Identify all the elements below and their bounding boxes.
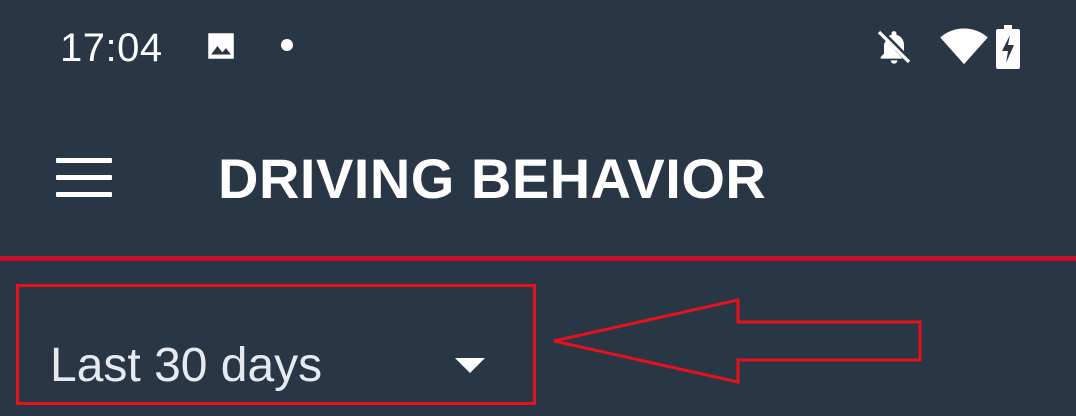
hamburger-menu-icon[interactable] (44, 150, 124, 206)
period-selected-value: Last 30 days (50, 339, 323, 392)
image-icon (208, 33, 234, 59)
battery-charging-icon (996, 25, 1020, 69)
annotation-arrow-icon (553, 298, 922, 384)
bell-off-icon (877, 30, 911, 64)
accent-divider (0, 256, 1076, 261)
screen: 17:04 DRIVING BEHAVIOR Last 30 days (0, 0, 1076, 416)
period-dropdown[interactable]: Last 30 days (18, 284, 530, 400)
status-time: 17:04 (60, 26, 163, 70)
page-title: DRIVING BEHAVIOR (218, 147, 767, 210)
status-bar: 17:04 (0, 0, 1076, 96)
dropdown-caret-icon (455, 358, 485, 373)
notification-dot (281, 39, 293, 51)
wifi-icon (940, 28, 988, 65)
app-bar: DRIVING BEHAVIOR (0, 96, 1076, 256)
